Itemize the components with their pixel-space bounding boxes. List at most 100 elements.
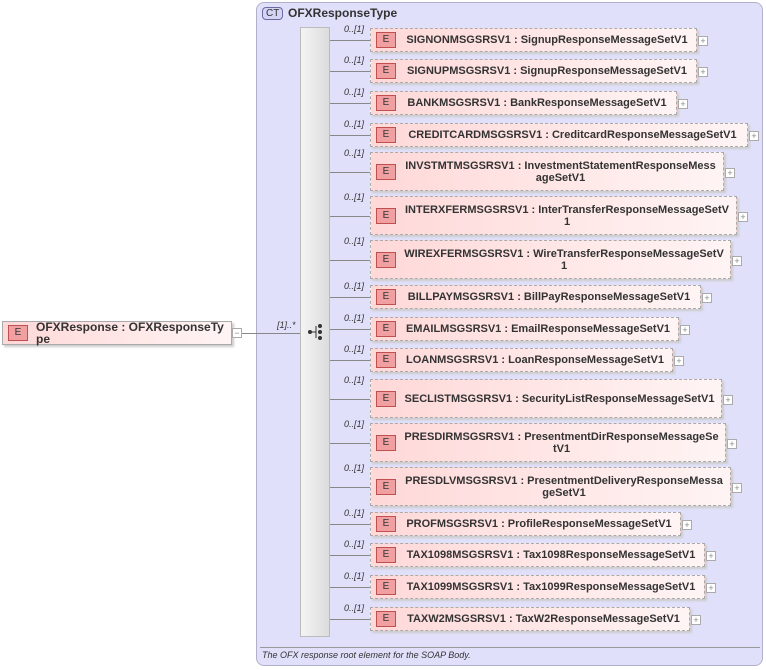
element-name: BANKMSGSRSV1 : BankResponseMessageSetV1 <box>407 97 667 109</box>
expand-icon[interactable]: + <box>682 520 692 530</box>
element-name: EMAILMSGSRSV1 : EmailResponseMessageSetV… <box>405 323 671 335</box>
element-name: SIGNONMSGSRSV1 : SignupResponseMessageSe… <box>406 34 688 46</box>
connector-line <box>330 171 370 173</box>
connector-line <box>330 297 370 298</box>
element-name: SECLISTMSGSRSV1 : SecurityListResponseMe… <box>404 392 715 405</box>
element-name: TAX1098MSGSRSV1 : Tax1098ResponseMessage… <box>406 549 696 561</box>
expand-icon[interactable]: + <box>698 36 708 46</box>
connector-line <box>330 555 370 556</box>
element-name: WIREXFERMSGSRSV1 : WireTransferResponseM… <box>404 247 724 272</box>
expand-icon[interactable]: + <box>706 551 716 561</box>
connector-line <box>330 329 370 330</box>
element-badge: E <box>376 579 396 595</box>
expand-icon[interactable]: + <box>698 67 708 77</box>
connector-line <box>330 524 370 525</box>
element-multiplicity: 0..[1] <box>344 344 365 354</box>
element-multiplicity: 0..[1] <box>344 236 365 246</box>
expand-icon[interactable]: + <box>749 131 759 141</box>
description: The OFX response root element for the SO… <box>262 650 471 660</box>
element-box[interactable]: E LOANMSGSRSV1 : LoanResponseMessageSetV… <box>370 348 673 372</box>
element-name: INTERXFERMSGSRSV1 : InterTransferRespons… <box>405 203 729 228</box>
connector-line <box>330 587 370 588</box>
connector-line <box>330 135 370 136</box>
element-multiplicity: 0..[1] <box>344 87 365 97</box>
element-name: PROFMSGSRSV1 : ProfileResponseMessageSet… <box>406 518 672 530</box>
element-badge: E <box>376 390 396 407</box>
element-name: LOANMSGSRSV1 : LoanResponseMessageSetV1 <box>406 354 664 366</box>
element-box[interactable]: E INVSTMTMSGSRSV1 : InvestmentStatementR… <box>370 152 724 191</box>
element-badge: E <box>376 32 396 48</box>
element-badge: E <box>376 163 396 180</box>
element-box[interactable]: E WIREXFERMSGSRSV1 : WireTransferRespons… <box>370 240 731 279</box>
element-multiplicity: 0..[1] <box>344 281 365 291</box>
element-box[interactable]: E TAX1098MSGSRSV1 : Tax1098ResponseMessa… <box>370 543 705 567</box>
element-badge: E <box>376 434 396 451</box>
expand-icon[interactable]: + <box>732 255 742 266</box>
element-name: CREDITCARDMSGSRSV1 : CreditcardResponseM… <box>408 129 737 141</box>
element-multiplicity: 0..[1] <box>344 571 365 581</box>
element-multiplicity: 0..[1] <box>344 192 365 202</box>
expand-icon[interactable]: + <box>732 482 742 493</box>
element-box[interactable]: E PRESDLVMSGSRSV1 : PresentmentDeliveryR… <box>370 467 731 506</box>
element-badge: E <box>376 127 396 143</box>
root-multiplicity: [1]..* <box>277 320 296 330</box>
element-box[interactable]: E CREDITCARDMSGSRSV1 : CreditcardRespons… <box>370 123 748 147</box>
element-box[interactable]: E PROFMSGSRSV1 : ProfileResponseMessageS… <box>370 512 681 536</box>
expand-icon[interactable]: + <box>727 438 737 449</box>
connector-line <box>330 215 370 217</box>
expand-icon[interactable]: + <box>678 99 688 109</box>
element-box[interactable]: E SECLISTMSGSRSV1 : SecurityListResponse… <box>370 379 722 418</box>
element-badge: E <box>376 251 396 268</box>
root-element-name: OFXResponse : OFXResponseType <box>36 320 224 346</box>
connector-line <box>330 442 370 444</box>
element-box[interactable]: E TAX1099MSGSRSV1 : Tax1099ResponseMessa… <box>370 575 705 599</box>
expand-icon[interactable]: + <box>691 615 701 625</box>
element-box[interactable]: E PRESDIRMSGSRSV1 : PresentmentDirRespon… <box>370 423 726 462</box>
element-multiplicity: 0..[1] <box>344 375 365 385</box>
element-box[interactable]: E TAXW2MSGSRSV1 : TaxW2ResponseMessageSe… <box>370 607 690 631</box>
connector-line <box>330 619 370 620</box>
element-badge: E <box>376 547 396 563</box>
element-badge: E <box>376 289 396 305</box>
expand-icon[interactable]: + <box>680 325 690 335</box>
element-box[interactable]: E BANKMSGSRSV1 : BankResponseMessageSetV… <box>370 91 677 115</box>
connector-line <box>330 486 370 488</box>
element-multiplicity: 0..[1] <box>344 148 365 158</box>
element-multiplicity: 0..[1] <box>344 55 365 65</box>
element-badge: E <box>376 478 396 495</box>
sequence-icon <box>308 324 322 340</box>
element-badge: E <box>376 207 396 224</box>
complex-type-badge: CT <box>262 7 284 20</box>
collapse-icon[interactable]: − <box>232 328 242 338</box>
root-element[interactable]: E OFXResponse : OFXResponseType <box>2 321 232 345</box>
element-multiplicity: 0..[1] <box>344 419 365 429</box>
element-box[interactable]: E INTERXFERMSGSRSV1 : InterTransferRespo… <box>370 196 737 235</box>
expand-icon[interactable]: + <box>725 167 735 178</box>
element-box[interactable]: E BILLPAYMSGSRSV1 : BillPayResponseMessa… <box>370 285 701 309</box>
connector-line <box>330 40 370 41</box>
connector-line <box>330 398 370 400</box>
element-multiplicity: 0..[1] <box>344 313 365 323</box>
element-name: PRESDIRMSGSRSV1 : PresentmentDirResponse… <box>404 430 719 455</box>
expand-icon[interactable]: + <box>706 583 716 593</box>
element-multiplicity: 0..[1] <box>344 508 365 518</box>
element-box[interactable]: E EMAILMSGSRSV1 : EmailResponseMessageSe… <box>370 317 679 341</box>
element-name: BILLPAYMSGSRSV1 : BillPayResponseMessage… <box>407 291 691 303</box>
element-multiplicity: 0..[1] <box>344 463 365 473</box>
expand-icon[interactable]: + <box>738 211 748 222</box>
connector-line <box>330 103 370 104</box>
element-multiplicity: 0..[1] <box>344 539 365 549</box>
element-name: TAX1099MSGSRSV1 : Tax1099ResponseMessage… <box>406 581 696 593</box>
expand-icon[interactable]: + <box>674 356 684 366</box>
expand-icon[interactable]: + <box>723 394 733 405</box>
element-badge: E <box>376 516 396 532</box>
connector-line <box>330 259 370 261</box>
element-box[interactable]: E SIGNUPMSGSRSV1 : SignupResponseMessage… <box>370 59 697 83</box>
element-multiplicity: 0..[1] <box>344 119 365 129</box>
element-name: TAXW2MSGSRSV1 : TaxW2ResponseMessageSetV… <box>407 613 680 625</box>
element-badge: E <box>376 95 396 111</box>
expand-icon[interactable]: + <box>702 293 712 303</box>
connector-line <box>330 360 370 361</box>
element-box[interactable]: E SIGNONMSGSRSV1 : SignupResponseMessage… <box>370 28 697 52</box>
element-badge: E <box>8 325 28 341</box>
